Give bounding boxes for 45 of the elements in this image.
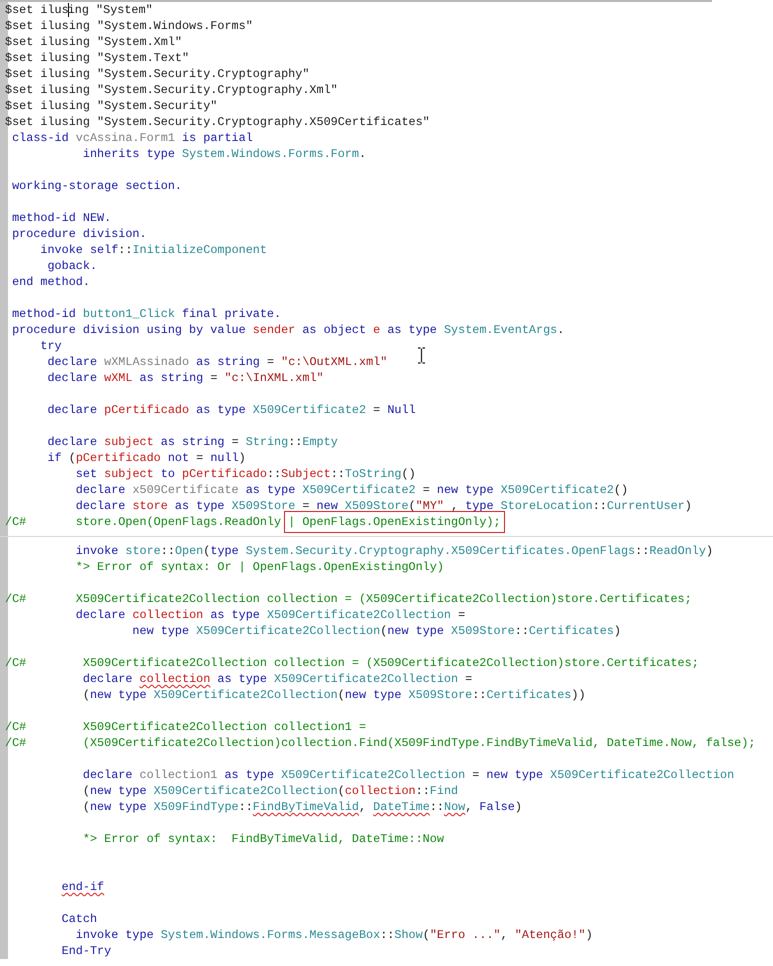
code-line: set subject to pCertificado::Subject::ToString() [74,466,416,482]
code-line: method-id NEW. [11,210,112,226]
code-line: Catch [60,911,98,927]
code-line: /C# X509Certificate2Collection collection1 = [5,719,366,735]
code-line: invoke self::InitializeComponent [39,242,267,258]
code-line: procedure division. [11,226,147,242]
code-line: working-storage section. [11,178,182,194]
code-line: goback. [46,258,98,274]
code-line: $set ilusing "System.Security.Cryptography" [5,66,310,82]
code-line: declare subject as string = String::Empty [46,434,338,450]
code-line: new type X509Certificate2Collection(new type X509Store::Certificates) [131,623,621,639]
code-line: declare collection1 as type X509Certificate2Collection = new type X509Certificate2Collection [82,767,734,783]
code-line: declare collection as type X509Certificate2Collection = [74,607,466,623]
code-line: (new type X509FindType::FindByTimeValid, DateTime::Now, False) [82,799,522,815]
code-line: end method. [11,274,90,290]
code-line: declare collection as type X509Certificate2Collection = [82,671,472,687]
code-line: declare wXMLAssinado as string = "c:\OutXML.xml" [46,354,388,370]
code-line: $set ilusing "System.Windows.Forms" [5,18,253,34]
code-line: inherits type System.Windows.Forms.Form. [82,146,366,162]
code-line: try [39,338,62,354]
code-line: if (pCertificado not = null) [46,450,246,466]
code-line: declare x509Certificate as type X509Certificate2 = new type X509Certificate2() [74,482,628,498]
code-line: (new type X509Certificate2Collection(new type X509Store::Certificates)) [82,687,586,703]
code-line: end-if [60,879,104,895]
text-cursor-icon [417,347,426,364]
code-line: $set ilusing "System.Text" [5,50,190,66]
code-line: End-Try [60,943,112,959]
code-line: $set ilusing "System.Security" [5,98,218,114]
code-line: method-id button1_Click final private. [11,306,282,322]
code-line: invoke store::Open(type System.Security.Cryptography.X509Certificates.OpenFlags::ReadOnly) [74,543,714,559]
code-line: procedure division using by value sender as object e as type System.EventArgs. [11,322,564,338]
code-line: *> Error of syntax: Or | OpenFlags.OpenExistingOnly) [74,559,444,575]
code-line: class-id vcAssina.Form1 is partial [11,130,253,146]
code-line: *> Error of syntax: FindByTimeValid, DateTime::Now [82,831,444,847]
code-line: /C# X509Certificate2Collection collection = (X509Certificate2Collection)store.Certificates; [5,655,699,671]
code-line: $set ilusing "System.Security.Cryptography.Xml" [5,82,338,98]
code-line: (new type X509Certificate2Collection(collection::Find [82,783,458,799]
code-line: declare pCertificado as type X509Certificate2 = Null [46,402,416,418]
code-line: $set ilusing "System.Security.Cryptography.X509Certificates" [5,114,430,130]
code-line: declare wXML as string = "c:\InXML.xml" [46,370,324,386]
code-line: $set ilusing "System.Xml" [5,34,182,50]
code-line: /C# X509Certificate2Collection collection = (X509Certificate2Collection)store.Certificates; [5,591,692,607]
code-line: declare store as type X509Store = new X509Store("MY" , type StoreLocation::CurrentUser) [74,498,692,514]
code-line: /C# (X509Certificate2Collection)collection.Find(X509FindType.FindByTimeValid, DateTime.Now, false); [5,735,756,751]
code-line: invoke type System.Windows.Forms.MessageBox::Show("Erro ...", "Atenção!") [74,927,593,943]
